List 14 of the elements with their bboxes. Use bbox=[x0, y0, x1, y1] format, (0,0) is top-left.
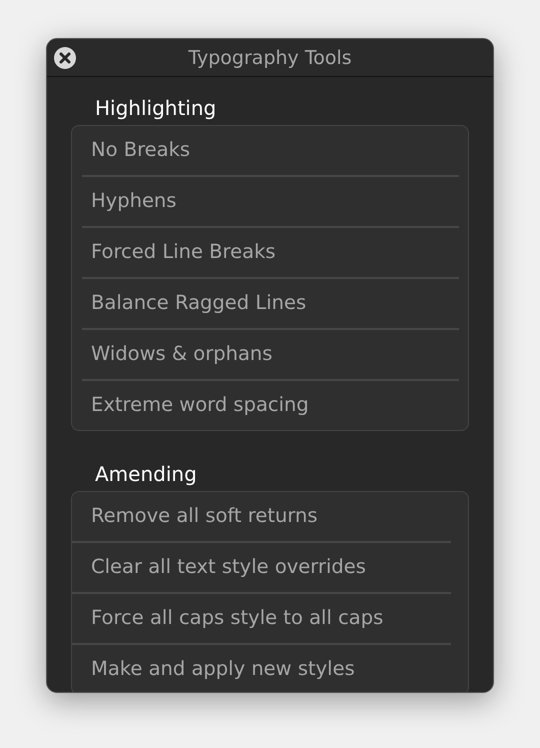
section-heading: Highlighting bbox=[95, 95, 216, 121]
section-heading: Amending bbox=[95, 461, 197, 487]
list-item[interactable]: Widows & orphans bbox=[72, 330, 468, 379]
list-item[interactable]: Remove all soft returns bbox=[72, 492, 468, 541]
list-item[interactable]: Extreme word spacing bbox=[72, 381, 468, 430]
list-item[interactable]: Balance Ragged Lines bbox=[72, 279, 468, 328]
list-item[interactable]: Clear all text style overrides bbox=[72, 543, 468, 592]
window-title: Typography Tools bbox=[188, 47, 352, 69]
close-icon[interactable] bbox=[54, 47, 76, 69]
list-item[interactable]: Hyphens bbox=[72, 177, 468, 226]
list-item[interactable]: Force all caps style to all caps bbox=[72, 594, 468, 643]
list-item[interactable]: Make and apply new styles bbox=[72, 645, 468, 692]
list-item[interactable]: Forced Line Breaks bbox=[72, 228, 468, 277]
list-item[interactable]: No Breaks bbox=[72, 126, 468, 175]
